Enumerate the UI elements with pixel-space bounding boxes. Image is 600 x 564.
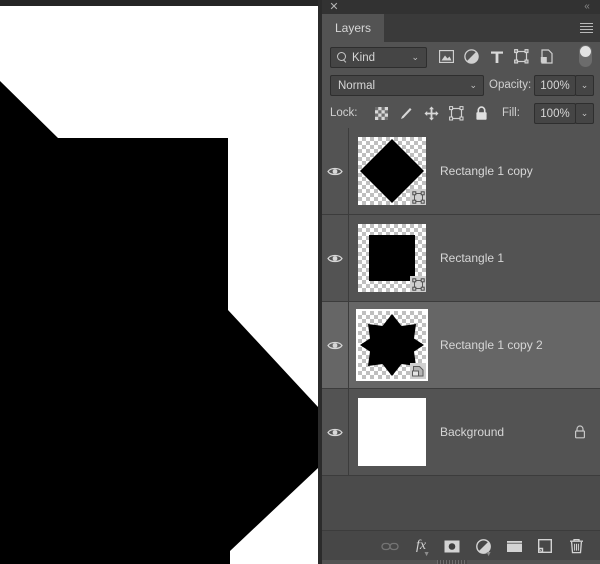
layers-panel-toolbar: fx ▼ ▼ xyxy=(322,530,600,561)
caret-down-icon: ▼ xyxy=(423,551,430,558)
vector-mask-icon xyxy=(410,276,426,292)
new-fill-adjustment-layer-button[interactable]: ▼ xyxy=(473,535,493,558)
layer-name[interactable]: Rectangle 1 copy 2 xyxy=(440,302,543,388)
lock-all-icon[interactable] xyxy=(469,102,494,124)
lock-bar: Lock: Fill: 100% ⌄ xyxy=(322,99,600,127)
opacity-stepper-chevron-icon[interactable]: ⌄ xyxy=(575,75,594,96)
panel-resize-grip[interactable] xyxy=(437,560,467,564)
add-layer-mask-button[interactable] xyxy=(442,535,462,557)
table-row[interactable]: Rectangle 1 xyxy=(322,215,600,302)
table-row[interactable]: Rectangle 1 copy 2 xyxy=(322,302,600,389)
layer-name[interactable]: Rectangle 1 copy xyxy=(440,128,533,214)
layer-thumbnail[interactable] xyxy=(358,224,426,292)
blend-mode-select[interactable]: Normal ⌄ xyxy=(330,75,484,96)
toggle-knob xyxy=(580,46,591,57)
lock-position-icon[interactable] xyxy=(419,102,444,124)
blend-mode-bar: Normal ⌄ Opacity: 100% ⌄ xyxy=(322,71,600,99)
close-icon[interactable]: ✕ xyxy=(328,1,340,13)
layer-thumbnail[interactable] xyxy=(358,137,426,205)
layer-visibility-toggle-icon[interactable] xyxy=(322,389,349,475)
layer-visibility-toggle-icon[interactable] xyxy=(322,128,349,214)
menu-line xyxy=(580,32,593,33)
filter-kind-select[interactable]: Kind ⌄ xyxy=(330,47,427,68)
chevron-down-icon: ⌄ xyxy=(469,80,477,90)
lock-image-pixels-icon[interactable] xyxy=(394,102,419,124)
lock-icon-group xyxy=(369,102,494,124)
blend-mode-value: Normal xyxy=(338,79,376,92)
lock-artboard-nesting-icon[interactable] xyxy=(444,102,469,124)
filter-smart-objects-icon[interactable] xyxy=(534,46,559,67)
link-layers-button[interactable] xyxy=(380,535,400,557)
layer-name[interactable]: Rectangle 1 xyxy=(440,215,504,301)
layer-thumbnail[interactable] xyxy=(358,398,426,466)
tab-layers-label: Layers xyxy=(335,21,372,35)
layer-thumbnail[interactable] xyxy=(356,309,428,381)
layers-toolbar-buttons: fx ▼ ▼ xyxy=(380,531,586,561)
panel-titlebar: ✕ « xyxy=(322,0,600,14)
layer-filter-bar: Kind ⌄ xyxy=(322,42,600,71)
layer-visibility-toggle-icon[interactable] xyxy=(322,215,349,301)
opacity-input[interactable]: 100% xyxy=(534,75,576,96)
filter-type-icons xyxy=(434,46,559,67)
new-group-button[interactable] xyxy=(504,535,524,557)
menu-line xyxy=(580,29,593,30)
layer-style-button[interactable]: fx ▼ xyxy=(411,535,431,558)
delete-layer-button[interactable] xyxy=(566,535,586,557)
smart-object-icon xyxy=(410,363,426,379)
document-canvas[interactable] xyxy=(0,0,322,564)
menu-line xyxy=(580,23,593,24)
filter-pixel-layers-icon[interactable] xyxy=(434,46,459,67)
table-row[interactable]: Background xyxy=(322,389,600,476)
layer-name[interactable]: Background xyxy=(440,389,504,475)
tab-layers[interactable]: Layers xyxy=(322,14,385,42)
table-row[interactable]: Rectangle 1 copy xyxy=(322,128,600,215)
canvas-artwork xyxy=(0,81,318,564)
filter-shape-layers-icon[interactable] xyxy=(509,46,534,67)
panel-menu-icon[interactable] xyxy=(580,23,593,34)
filter-enable-toggle[interactable] xyxy=(579,45,592,67)
caret-down-icon: ▼ xyxy=(485,551,492,558)
lock-transparent-pixels-icon[interactable] xyxy=(369,102,394,124)
thumbnail-white-fill xyxy=(358,398,426,466)
panel-tabstrip: Layers xyxy=(322,14,600,42)
filter-kind-label: Kind xyxy=(352,51,376,64)
vector-mask-icon xyxy=(410,189,426,205)
filter-adjustment-layers-icon[interactable] xyxy=(459,46,484,67)
new-layer-button[interactable] xyxy=(535,535,555,557)
layers-list[interactable]: Rectangle 1 copy Rectangle 1 Rectangle 1… xyxy=(322,128,600,530)
fill-stepper-chevron-icon[interactable]: ⌄ xyxy=(575,103,594,124)
search-icon xyxy=(337,52,348,63)
layer-visibility-toggle-icon[interactable] xyxy=(322,302,349,388)
opacity-label: Opacity: xyxy=(489,79,532,91)
photoshop-window: ✕ « Layers Kind ⌄ Normal ⌄ Opacity: 100%… xyxy=(0,0,600,564)
menu-line xyxy=(580,26,593,27)
fill-label: Fill: xyxy=(502,107,520,119)
layers-panel: ✕ « Layers Kind ⌄ Normal ⌄ Opacity: 100%… xyxy=(322,0,600,564)
lock-label: Lock: xyxy=(330,107,358,119)
filter-type-layers-icon[interactable] xyxy=(484,46,509,67)
layer-locked-icon xyxy=(574,389,586,475)
collapse-panel-icon[interactable]: « xyxy=(580,1,594,13)
fill-input[interactable]: 100% xyxy=(534,103,576,124)
chevron-down-icon: ⌄ xyxy=(411,52,419,62)
